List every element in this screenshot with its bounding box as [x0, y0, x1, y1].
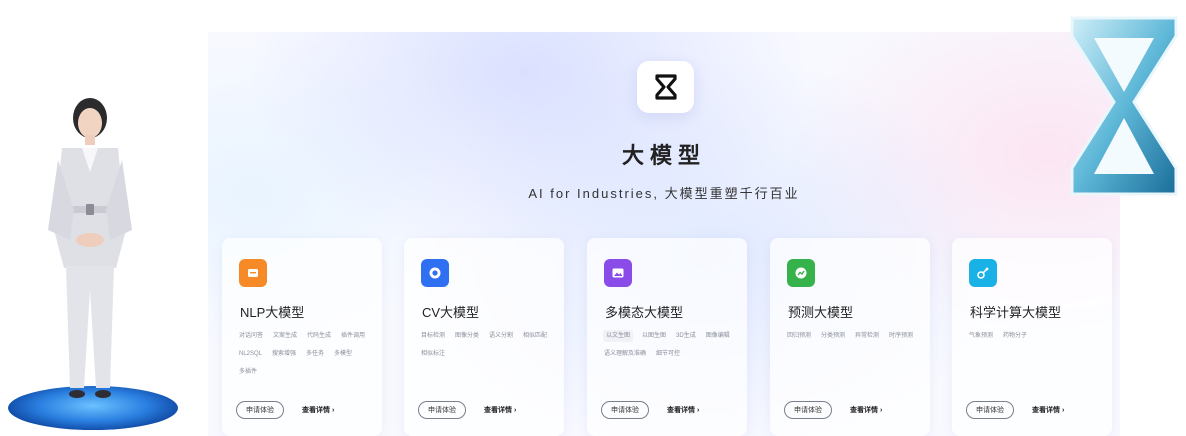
view-details-link[interactable]: 查看详情 › — [484, 405, 516, 415]
card-title: 多模态大模型 — [605, 305, 684, 320]
apply-trial-button[interactable]: 申请体验 — [236, 401, 284, 419]
model-card-forecast[interactable]: 预测大模型 回归预测 分类预测 异常检测 时序预测 申请体验 查看详情 › — [770, 238, 930, 436]
capability-tag: 多插件 — [239, 369, 258, 375]
brand-logo-tile — [637, 61, 694, 113]
capability-tag: 相似匹配 — [523, 333, 548, 339]
capability-tag: 3D生成 — [676, 333, 696, 339]
capability-tags: 以文生图 以图生图 3D生成 图像编辑 语义理解及准确 细节可控 — [603, 330, 743, 360]
capability-tag: NL2SQL — [239, 351, 263, 357]
capability-tag: 图像编辑 — [705, 333, 730, 339]
capability-tag: 图像分类 — [455, 333, 480, 339]
capability-tag: 以图生图 — [642, 333, 667, 339]
capability-tag: 药物分子 — [1003, 333, 1028, 339]
capability-tag: 搜索增强 — [272, 351, 297, 357]
card-title: CV大模型 — [422, 305, 480, 320]
apply-trial-button[interactable]: 申请体验 — [966, 401, 1014, 419]
view-details-link[interactable]: 查看详情 › — [302, 405, 334, 415]
model-card-nlp[interactable]: NLP大模型 对话问答 文案生成 代码生成 插件调用 NL2SQL 搜索增强 多… — [222, 238, 382, 436]
view-details-link[interactable]: 查看详情 › — [850, 405, 882, 415]
capability-tag: 代码生成 — [307, 333, 332, 339]
capability-tag: 语义理解及准确 — [604, 351, 647, 357]
image-icon — [604, 259, 632, 287]
card-title: 科学计算大模型 — [970, 305, 1062, 320]
digital-human-avatar — [0, 80, 190, 436]
document-icon — [239, 259, 267, 287]
capability-tag: 异常检测 — [855, 333, 880, 339]
capability-tag: 对话问答 — [239, 333, 264, 339]
capability-tag: 目标检测 — [421, 333, 446, 339]
capability-tag: 细节可控 — [656, 351, 681, 357]
capability-tag: 语义分割 — [489, 333, 514, 339]
capability-tag: 多模型 — [334, 351, 353, 357]
capability-tag: 回归预测 — [787, 333, 812, 339]
avatar-figure — [48, 98, 132, 398]
hourglass-3d-logo-icon — [1070, 16, 1178, 196]
apply-trial-button[interactable]: 申请体验 — [418, 401, 466, 419]
apply-trial-button[interactable]: 申请体验 — [601, 401, 649, 419]
capability-tag: 气象预测 — [969, 333, 994, 339]
model-card-science[interactable]: 科学计算大模型 气象预测 药物分子 申请体验 查看详情 › — [952, 238, 1112, 436]
view-details-link[interactable]: 查看详情 › — [667, 405, 699, 415]
capability-tags: 目标检测 图像分类 语义分割 相似匹配 相似标注 — [420, 330, 560, 360]
capability-tag: 以文生图 — [603, 330, 634, 342]
capability-tag: 插件调用 — [341, 333, 366, 339]
card-title: NLP大模型 — [240, 305, 305, 320]
capability-tag: 文案生成 — [273, 333, 298, 339]
page-subtitle: AI for Industries, 大模型重塑千行百业 — [528, 186, 800, 201]
page-title: 大模型 — [621, 143, 706, 168]
model-card-cv[interactable]: CV大模型 目标检测 图像分类 语义分割 相似匹配 相似标注 申请体验 查看详情… — [404, 238, 564, 436]
chart-bubble-icon — [787, 259, 815, 287]
capability-tag: 分类预测 — [821, 333, 846, 339]
capability-tag: 时序预测 — [889, 333, 914, 339]
capability-tag: 多任务 — [306, 351, 325, 357]
model-showcase-panel: 大模型 AI for Industries, 大模型重塑千行百业 NLP大模型 … — [208, 32, 1120, 436]
capability-tags: 回归预测 分类预测 异常检测 时序预测 — [786, 330, 926, 342]
capability-tags: 气象预测 药物分子 — [968, 330, 1108, 342]
view-details-link[interactable]: 查看详情 › — [1032, 405, 1064, 415]
capability-tags: 对话问答 文案生成 代码生成 插件调用 NL2SQL 搜索增强 多任务 多模型 … — [238, 330, 378, 378]
apply-trial-button[interactable]: 申请体验 — [784, 401, 832, 419]
molecule-icon — [969, 259, 997, 287]
card-title: 预测大模型 — [788, 305, 854, 320]
model-card-multimodal[interactable]: 多模态大模型 以文生图 以图生图 3D生成 图像编辑 语义理解及准确 细节可控 … — [587, 238, 747, 436]
hourglass-logo-icon — [654, 74, 677, 100]
capability-tag: 相似标注 — [421, 351, 446, 357]
eye-icon — [421, 259, 449, 287]
